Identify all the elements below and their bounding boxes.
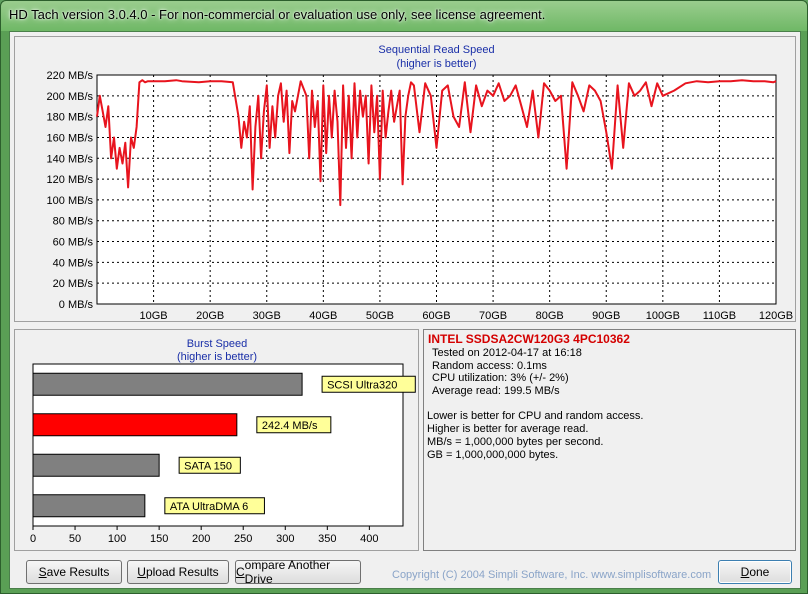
burst-subtitle: (higher is better) — [177, 351, 257, 363]
burst-bar — [32, 453, 160, 477]
note-line: MB/s = 1,000,000 bytes per second. — [427, 436, 604, 448]
chart-subtitle: (higher is better) — [396, 58, 476, 70]
y-tick-label: 80 MB/s — [53, 216, 94, 228]
results-info-box: INTEL SSDSA2CW120G3 4PC10362 Tested on 2… — [423, 329, 796, 551]
plot-area — [96, 74, 777, 305]
done-accel-key: D — [740, 565, 750, 579]
y-tick-label: 120 MB/s — [47, 174, 94, 186]
window-title: HD Tach version 3.0.4.0 - For non-commer… — [9, 7, 546, 22]
y-tick-label: 140 MB/s — [47, 153, 94, 165]
y-tick-label: 40 MB/s — [53, 257, 94, 269]
burst-title: Burst Speed — [187, 338, 248, 350]
x-tick-label: 80GB — [536, 310, 564, 321]
x-tick-label: 10GB — [140, 310, 168, 321]
burst-x-tick-label: 100 — [108, 533, 126, 545]
note-line: GB = 1,000,000,000 bytes. — [427, 449, 559, 461]
y-tick-label: 60 MB/s — [53, 237, 94, 249]
chart-title: Sequential Read Speed — [378, 44, 494, 56]
x-tick-label: 30GB — [253, 310, 281, 321]
burst-x-tick-label: 50 — [69, 533, 81, 545]
y-tick-label: 220 MB/s — [47, 70, 94, 82]
burst-bar-label: ATA UltraDMA 6 — [170, 501, 248, 513]
done-button[interactable]: Done — [718, 560, 792, 584]
average-read-text: Average read: 199.5 MB/s — [432, 385, 560, 397]
save-results-button[interactable]: Save Results — [26, 560, 122, 584]
burst-bar-label: SATA 150 — [184, 460, 232, 472]
y-tick-label: 0 MB/s — [59, 299, 94, 311]
y-tick-label: 180 MB/s — [47, 112, 94, 124]
x-tick-label: 60GB — [422, 310, 450, 321]
burst-x-tick-label: 0 — [30, 533, 36, 545]
burst-speed-chart: Burst Speed(higher is better) SCSI Ultra3… — [30, 338, 416, 545]
burst-bar-label: 242.4 MB/s — [262, 420, 318, 432]
x-tick-label: 20GB — [196, 310, 224, 321]
app-window: HD Tach version 3.0.4.0 - For non-commer… — [0, 0, 808, 594]
compare-another-drive-button[interactable]: Compare Another Drive — [235, 558, 361, 586]
sequential-read-chart: Sequential Read Speed (higher is better) 1… — [47, 44, 794, 322]
burst-x-tick-label: 150 — [150, 533, 168, 545]
random-access-text: Random access: 0.1ms — [432, 360, 547, 372]
y-tick-label: 100 MB/s — [47, 195, 94, 207]
x-tick-label: 120GB — [759, 310, 793, 321]
done-label: one — [749, 565, 770, 579]
cpu-utilization-text: CPU utilization: 3% (+/- 2%) — [432, 372, 569, 384]
note-line: Lower is better for CPU and random acces… — [427, 410, 644, 422]
save-accel-key: S — [38, 565, 47, 579]
upload-label: pload Results — [145, 565, 219, 579]
x-tick-label: 50GB — [366, 310, 394, 321]
burst-x-tick-label: 300 — [276, 533, 294, 545]
y-tick-label: 20 MB/s — [53, 278, 94, 290]
burst-speed-panel: Burst Speed (higher is better) SCSI Ultra3… — [14, 329, 419, 551]
x-tick-label: 110GB — [703, 310, 736, 321]
note-line: Higher is better for average read. — [427, 423, 589, 435]
burst-x-tick-label: 200 — [192, 533, 210, 545]
burst-x-tick-label: 400 — [360, 533, 378, 545]
client-area: Sequential Read Speed (higher is better) 1… — [9, 31, 801, 589]
burst-x-tick-label: 350 — [318, 533, 336, 545]
x-tick-label: 90GB — [592, 310, 620, 321]
sequential-read-panel: Sequential Read Speed (higher is better) 1… — [14, 36, 796, 322]
upload-accel-key: U — [137, 565, 146, 579]
save-label: ave Results — [46, 565, 110, 579]
burst-bar — [32, 413, 238, 437]
y-tick-label: 160 MB/s — [47, 132, 94, 144]
burst-bar-label: SCSI Ultra320 — [327, 379, 397, 391]
x-tick-label: 70GB — [479, 310, 507, 321]
y-tick-label: 200 MB/s — [47, 91, 94, 103]
compare-label: ompare Another Drive — [244, 558, 331, 586]
burst-bar — [32, 372, 303, 396]
upload-results-button[interactable]: Upload Results — [127, 560, 229, 584]
copyright-text: Copyright (C) 2004 Simpli Software, Inc.… — [392, 569, 712, 581]
x-tick-label: 40GB — [309, 310, 337, 321]
burst-bar — [32, 494, 146, 518]
drive-name: INTEL SSDSA2CW120G3 4PC10362 — [428, 332, 630, 346]
burst-x-tick-label: 250 — [234, 533, 252, 545]
compare-accel-key: C — [236, 565, 245, 579]
x-tick-label: 100GB — [646, 310, 680, 321]
tested-on-text: Tested on 2012-04-17 at 16:18 — [432, 347, 582, 359]
